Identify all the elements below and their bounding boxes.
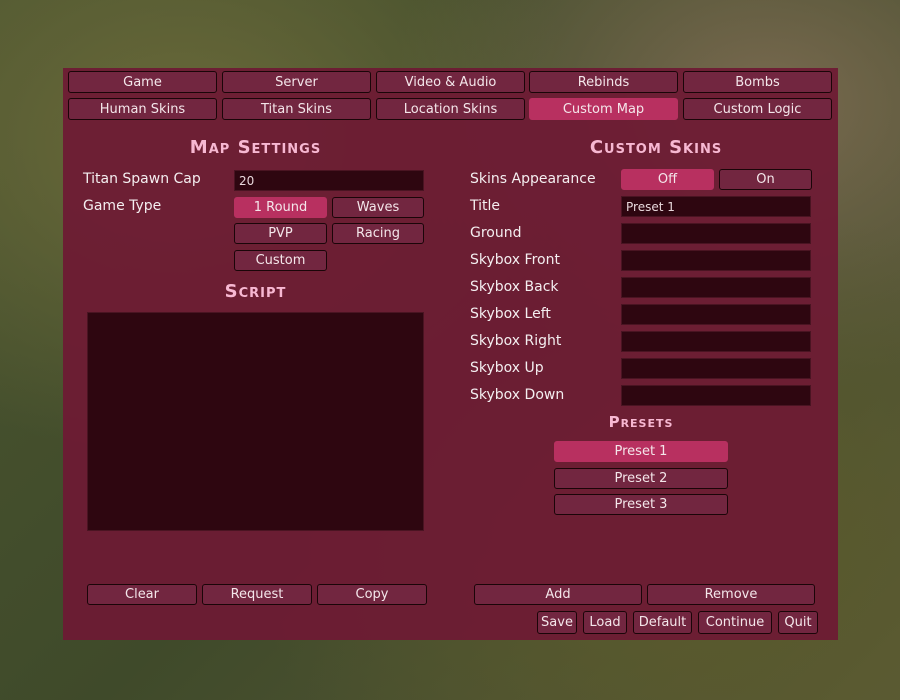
ground-label: Ground [470,225,522,241]
tab-human-skins[interactable]: Human Skins [68,98,217,120]
skybox-right-label: Skybox Right [470,333,562,349]
game-type-racing-button[interactable]: Racing [332,223,424,244]
script-clear-button[interactable]: Clear [87,584,197,605]
default-button[interactable]: Default [633,611,692,634]
map-settings-heading: Map Settings [189,137,322,158]
remove-preset-button[interactable]: Remove [647,584,815,605]
game-type-label: Game Type [83,198,162,214]
script-copy-button[interactable]: Copy [317,584,427,605]
add-preset-button[interactable]: Add [474,584,642,605]
custom-skins-heading: Custom Skins [589,137,723,158]
skybox-up-input[interactable] [621,358,811,379]
ground-input[interactable] [621,223,811,244]
tab-custom-logic[interactable]: Custom Logic [683,98,832,120]
skins-appearance-label: Skins Appearance [470,171,596,187]
tab-location-skins[interactable]: Location Skins [376,98,525,120]
titan-spawn-cap-input[interactable]: 20 [234,170,424,191]
tab-titan-skins[interactable]: Titan Skins [222,98,371,120]
game-type-custom-button[interactable]: Custom [234,250,327,271]
tab-bombs[interactable]: Bombs [683,71,832,93]
skybox-down-label: Skybox Down [470,387,565,403]
skybox-front-label: Skybox Front [470,252,560,268]
skins-appearance-on-button[interactable]: On [719,169,812,190]
tab-rebinds[interactable]: Rebinds [529,71,678,93]
title-label: Title [470,198,501,214]
load-button[interactable]: Load [583,611,627,634]
preset-3-button[interactable]: Preset 3 [554,494,728,515]
game-type-pvp-button[interactable]: PVP [234,223,327,244]
tab-custom-map[interactable]: Custom Map [529,98,678,120]
skybox-up-label: Skybox Up [470,360,544,376]
skybox-down-input[interactable] [621,385,811,406]
skybox-left-input[interactable] [621,304,811,325]
title-input[interactable]: Preset 1 [621,196,811,217]
save-button[interactable]: Save [537,611,577,634]
preset-1-button[interactable]: Preset 1 [554,441,728,462]
script-request-button[interactable]: Request [202,584,312,605]
script-textarea[interactable] [87,312,424,531]
game-type-waves-button[interactable]: Waves [332,197,424,218]
skybox-right-input[interactable] [621,331,811,352]
presets-heading: Presets [608,413,674,431]
preset-2-button[interactable]: Preset 2 [554,467,728,489]
skybox-back-label: Skybox Back [470,279,559,295]
skybox-left-label: Skybox Left [470,306,551,322]
titan-spawn-cap-label: Titan Spawn Cap [83,171,201,187]
tab-game[interactable]: Game [68,71,217,93]
tab-server[interactable]: Server [222,71,371,93]
continue-button[interactable]: Continue [698,611,772,634]
skins-appearance-off-button[interactable]: Off [621,169,714,190]
skybox-front-input[interactable] [621,250,811,271]
game-type-1-round-button[interactable]: 1 Round [234,197,327,218]
quit-button[interactable]: Quit [778,611,818,634]
tab-video-audio[interactable]: Video & Audio [376,71,525,93]
script-heading: Script [224,281,287,302]
skybox-back-input[interactable] [621,277,811,298]
